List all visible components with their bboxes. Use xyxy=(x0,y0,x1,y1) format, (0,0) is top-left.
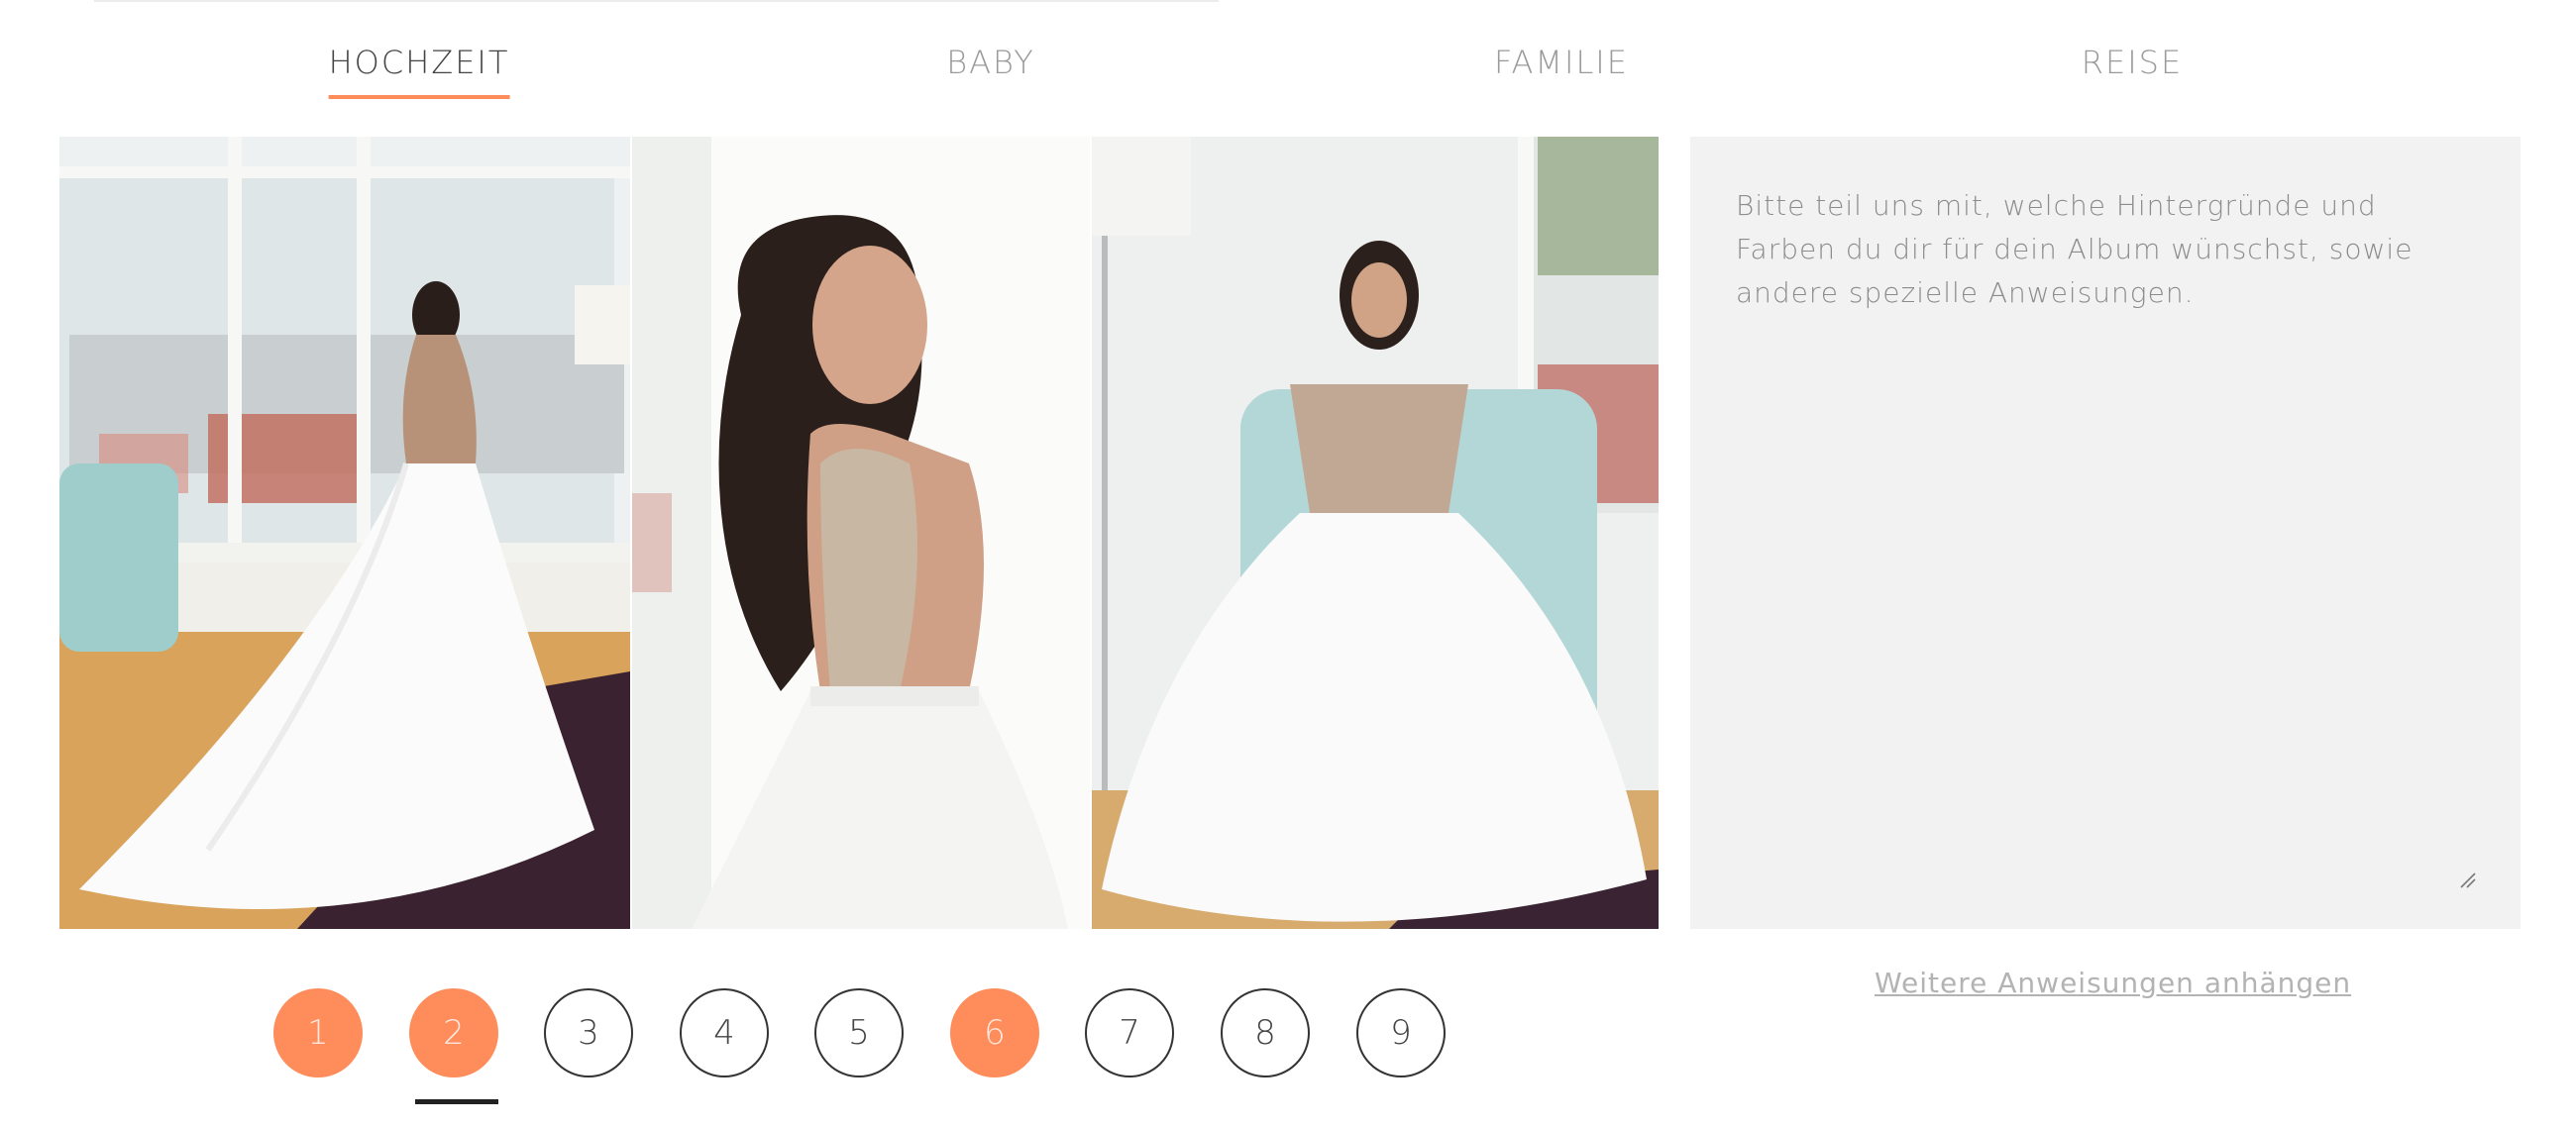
tab-familie[interactable]: FAMILIE xyxy=(1494,44,1629,99)
page-dot-6[interactable]: 6 xyxy=(950,988,1039,1077)
page-dot-5[interactable]: 5 xyxy=(814,988,904,1077)
page-dot-4[interactable]: 4 xyxy=(680,988,769,1077)
category-tabs: HOCHZEIT BABY FAMILIE REISE xyxy=(0,0,2576,109)
page-dot-3[interactable]: 3 xyxy=(544,988,633,1077)
attach-more-instructions-link[interactable]: Weitere Anweisungen anhängen xyxy=(1875,967,2351,999)
photo-bride-seated-chair[interactable] xyxy=(1092,137,1659,929)
page-selector: 1 2 3 4 5 6 7 8 9 xyxy=(0,988,1585,1107)
page-dot-1[interactable]: 1 xyxy=(273,988,363,1077)
page-dot-7[interactable]: 7 xyxy=(1085,988,1174,1077)
resize-handle-icon[interactable] xyxy=(2459,872,2477,889)
tab-reise[interactable]: REISE xyxy=(2082,44,2183,99)
instructions-textarea[interactable] xyxy=(1690,137,2521,929)
instructions-panel xyxy=(1690,137,2521,929)
page-dot-9[interactable]: 9 xyxy=(1356,988,1446,1077)
tab-hochzeit[interactable]: HOCHZEIT xyxy=(328,44,510,99)
photo-bride-window-back[interactable] xyxy=(59,137,630,929)
page-dot-2[interactable]: 2 xyxy=(409,988,498,1077)
page-dot-8[interactable]: 8 xyxy=(1221,988,1310,1077)
current-page-indicator xyxy=(415,1099,498,1104)
tab-baby[interactable]: BABY xyxy=(946,44,1035,99)
photo-bride-over-shoulder[interactable] xyxy=(632,137,1090,929)
